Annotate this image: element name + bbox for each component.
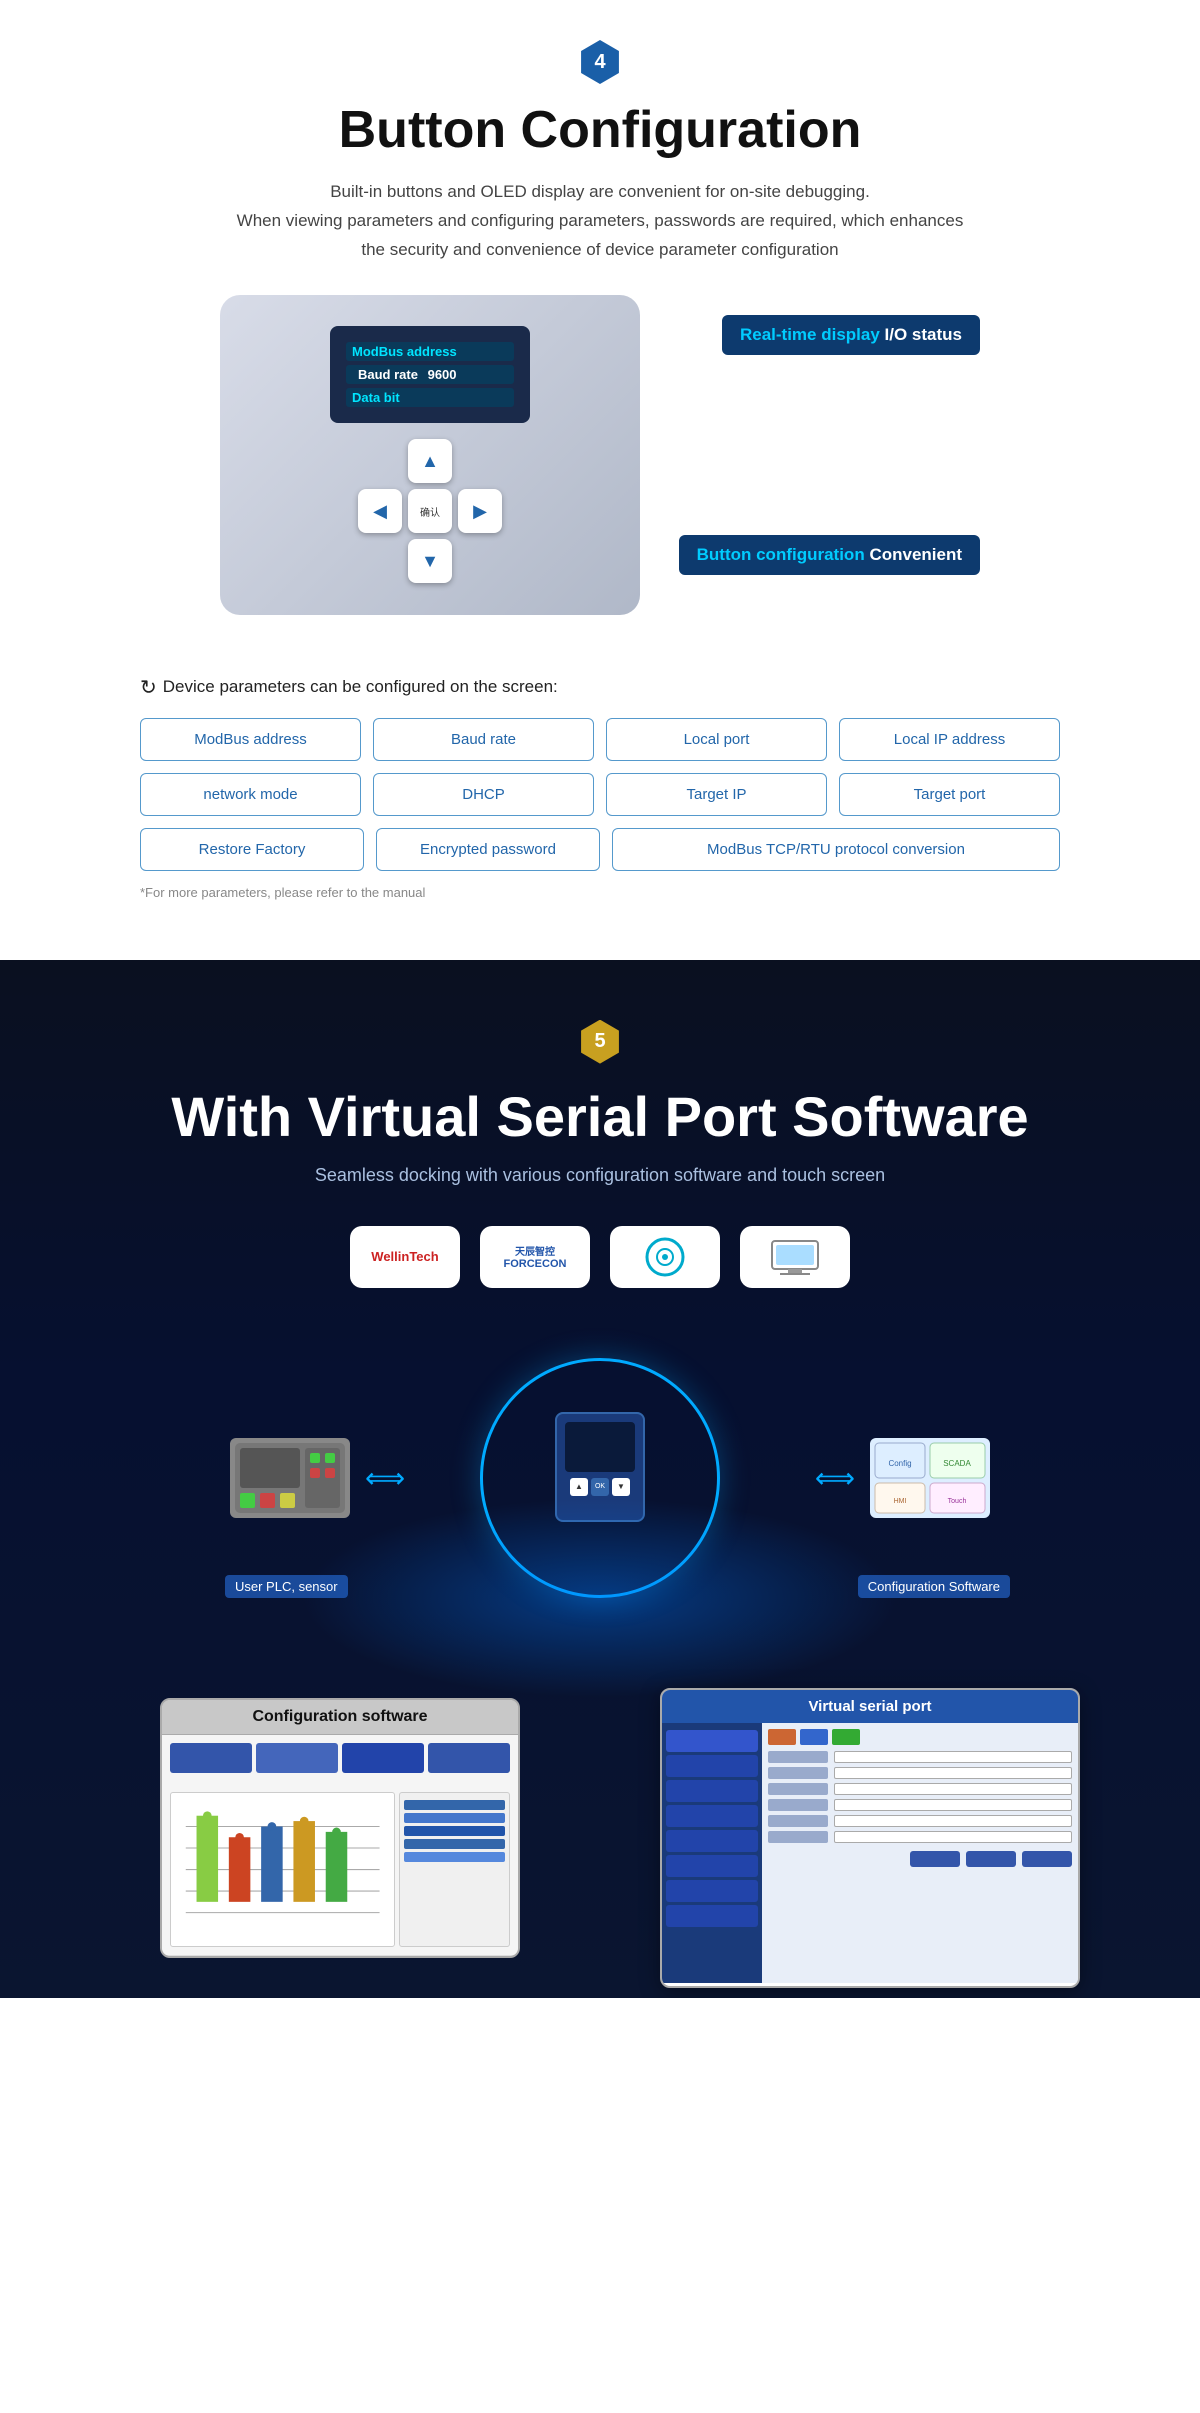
label-config-software: Configuration Software — [858, 1575, 1010, 1598]
params-grid-row1-2: ModBus address Baud rate Local port Loca… — [140, 718, 1060, 816]
diagram-software-group: Config SCADA HMI Touch — [870, 1438, 990, 1518]
screenshot-virtual-body — [662, 1723, 1078, 1983]
diagram-area: ⟺ ▲ OK ▼ ⟺ Config SCADA HMI Touc — [150, 1338, 1050, 1618]
screenshot-config-header: Configuration software — [162, 1700, 518, 1735]
arrow-right: ⟺ — [815, 1461, 855, 1494]
device-image: ModBus address Baud rate 9600 Data bit ▲… — [220, 295, 640, 615]
param-local-ip: Local IP address — [839, 718, 1060, 761]
logo-4 — [740, 1226, 850, 1288]
section-4-title: Button Configuration — [60, 100, 1140, 160]
param-target-port: Target port — [839, 773, 1060, 816]
param-network-mode: network mode — [140, 773, 361, 816]
screenshot-config-software: Configuration software — [160, 1698, 520, 1958]
logo-forcecon: 天辰智控 FORCECON — [480, 1226, 590, 1288]
screenshot-virtual-header: Virtual serial port — [662, 1690, 1078, 1723]
params-note: *For more parameters, please refer to th… — [140, 885, 1060, 900]
screenshot-virtual-port: Virtual serial port — [660, 1688, 1080, 1988]
param-local-port: Local port — [606, 718, 827, 761]
virt-main — [762, 1723, 1078, 1983]
param-dhcp: DHCP — [373, 773, 594, 816]
button-left[interactable]: ◀ — [358, 489, 402, 533]
virt-footer-btn-1 — [910, 1851, 960, 1867]
param-encrypted-password: Encrypted password — [376, 828, 600, 871]
virt-footer-btn-3 — [1022, 1851, 1072, 1867]
svg-text:Config: Config — [888, 1459, 911, 1468]
params-section: ↻ Device parameters can be configured on… — [60, 675, 1140, 900]
button-down[interactable]: ▼ — [408, 539, 452, 583]
section-5: 5 With Virtual Serial Port Software Seam… — [0, 960, 1200, 1998]
section-5-title: With Virtual Serial Port Software — [60, 1084, 1140, 1149]
button-confirm[interactable]: 确认 — [408, 489, 452, 533]
virt-sidebar — [662, 1723, 762, 1983]
step-badge-4: 4 — [578, 40, 622, 84]
screen-row-2: Baud rate 9600 — [346, 365, 514, 384]
diagram-plc — [230, 1438, 350, 1518]
diagram-center-device: ▲ OK ▼ — [555, 1412, 645, 1522]
param-baud-rate: Baud rate — [373, 718, 594, 761]
param-modbus-tcp-rtu: ModBus TCP/RTU protocol conversion — [612, 828, 1060, 871]
param-target-ip: Target IP — [606, 773, 827, 816]
params-header: ↻ Device parameters can be configured on… — [140, 675, 1060, 700]
svg-text:Touch: Touch — [948, 1498, 967, 1505]
screenshots-area: Configuration software — [60, 1618, 1140, 1998]
logo-3 — [610, 1226, 720, 1288]
virt-btn-3 — [832, 1729, 860, 1745]
screen-row-1: ModBus address — [346, 342, 514, 361]
param-modbus-address: ModBus address — [140, 718, 361, 761]
screenshot-config-body — [162, 1735, 518, 1955]
param-restore-factory: Restore Factory — [140, 828, 364, 871]
device-buttons: ▲ ◀ 确认 ▶ ▼ — [330, 439, 530, 583]
screen-row-3: Data bit — [346, 388, 514, 407]
virt-btn-2 — [800, 1729, 828, 1745]
software-logos: WellinTech 天辰智控 FORCECON — [60, 1226, 1140, 1288]
params-grid-row3: Restore Factory Encrypted password ModBu… — [140, 828, 1060, 871]
svg-text:HMI: HMI — [894, 1498, 907, 1505]
callout-button-config: Button configuration Convenient — [679, 535, 980, 575]
label-plc: User PLC, sensor — [225, 1575, 348, 1598]
logo-wellintech: WellinTech — [350, 1226, 460, 1288]
arrow-left: ⟺ — [365, 1461, 405, 1494]
section-4: 4 Button Configuration Built-in buttons … — [0, 0, 1200, 960]
section-4-subtitle: Built-in buttons and OLED display are co… — [230, 178, 970, 265]
step-badge-5: 5 — [578, 1020, 622, 1064]
device-area: ModBus address Baud rate 9600 Data bit ▲… — [220, 295, 980, 635]
svg-text:SCADA: SCADA — [943, 1459, 971, 1468]
virt-footer-btn-2 — [966, 1851, 1016, 1867]
button-right[interactable]: ▶ — [458, 489, 502, 533]
virt-btn-1 — [768, 1729, 796, 1745]
section-5-subtitle: Seamless docking with various configurat… — [60, 1165, 1140, 1186]
callout-realtime: Real-time display I/O status — [722, 315, 980, 355]
button-up[interactable]: ▲ — [408, 439, 452, 483]
device-screen: ModBus address Baud rate 9600 Data bit — [330, 326, 530, 423]
